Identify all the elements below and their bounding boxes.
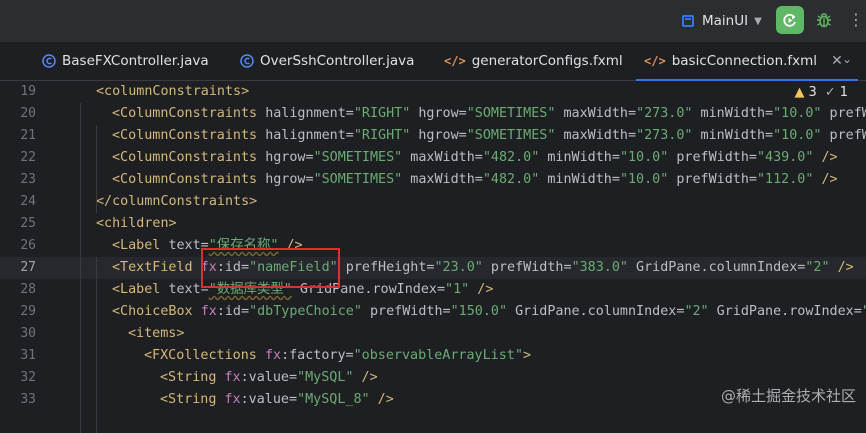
code-text: <ColumnConstraints hgrow="SOMETIMES" max… (112, 172, 838, 187)
tab-basicconnection[interactable]: </> basicConnection.fxml ✕ (636, 42, 858, 81)
indent-guide (80, 103, 81, 433)
code-line[interactable]: 21 <ColumnConstraints halignment="RIGHT" … (0, 125, 866, 147)
code-line[interactable]: 24 </columnConstraints> (0, 191, 866, 213)
line-number: 32 (20, 370, 36, 385)
line-number: 30 (20, 326, 36, 341)
line-number: 19 (20, 84, 36, 99)
code-text: <items> (128, 326, 185, 341)
code-text: <FXCollections fx:factory="observableArr… (144, 348, 531, 363)
code-line[interactable]: 20 <ColumnConstraints halignment="RIGHT" … (0, 103, 866, 125)
code-line[interactable]: 23 <ColumnConstraints hgrow="SOMETIMES" m… (0, 169, 866, 191)
watermark: @稀土掘金技术社区 (720, 387, 856, 405)
xml-file-icon: </> (444, 54, 466, 68)
java-class-icon (42, 54, 56, 68)
inspection-widget[interactable]: ▲ 3 ✓ 1 (795, 85, 848, 100)
code-text: <columnConstraints> (96, 84, 250, 99)
code-text: <ChoiceBox fx:id="dbTypeChoice" prefWidt… (112, 304, 866, 319)
weak-warning-count: 1 (839, 85, 848, 100)
code-line[interactable]: 27 <TextField fx:id="nameField" prefHeigh… (0, 257, 866, 279)
line-number: 24 (20, 194, 36, 209)
line-number: 27 (20, 260, 36, 275)
check-icon: ✓ (824, 85, 836, 100)
code-text: <String fx:value="MySQL" /> (160, 370, 378, 385)
bug-icon (817, 13, 831, 28)
tab-label: generatorConfigs.fxml (471, 53, 623, 69)
line-number: 28 (20, 282, 36, 297)
line-number: 23 (20, 172, 36, 187)
line-number: 31 (20, 348, 36, 363)
code-text: <ColumnConstraints halignment="RIGHT" hg… (112, 106, 866, 121)
code-text: <children> (96, 216, 177, 231)
code-line[interactable]: 26 <Label text="保存名称" /> (0, 235, 866, 257)
code-text: <String fx:value="MySQL_8" /> (160, 392, 394, 407)
code-line[interactable]: 22 <ColumnConstraints hgrow="SOMETIMES" m… (0, 147, 866, 169)
run-button[interactable] (776, 6, 804, 34)
tab-label: BaseFXController.java (62, 53, 209, 69)
code-line[interactable]: 25 <children> (0, 213, 866, 235)
code-line[interactable]: 30 <items> (0, 323, 866, 345)
xml-file-icon: </> (644, 54, 666, 68)
code-editor[interactable]: ▲ 3 ✓ 1 19 <columnConstraints> 20 <ColumnCo… (0, 81, 866, 433)
run-config-selector[interactable]: MainUI ▼ (682, 10, 762, 32)
tab-label: basicConnection.fxml (671, 53, 818, 69)
line-number: 29 (20, 304, 36, 319)
highlight-box (201, 248, 340, 288)
code-line[interactable]: 29 <ChoiceBox fx:id="dbTypeChoice" prefWi… (0, 301, 866, 323)
tab-generatorconfigs[interactable]: </> generatorConfigs.fxml (444, 42, 623, 80)
code-text: <ColumnConstraints hgrow="SOMETIMES" max… (112, 150, 838, 165)
indent-guide (96, 125, 97, 213)
line-number: 21 (20, 128, 36, 143)
java-class-icon (240, 54, 254, 68)
application-config-icon (682, 15, 694, 27)
chevron-down-icon: ▼ (754, 15, 762, 27)
rerun-icon (783, 13, 796, 27)
tab-basefxcontroller[interactable]: BaseFXController.java (42, 42, 209, 80)
code-text: <ColumnConstraints halignment="RIGHT" hg… (112, 128, 866, 143)
more-icon[interactable]: ⋮ (848, 10, 864, 30)
warning-count: 3 (808, 85, 817, 100)
tab-overflow-chevron[interactable]: ⌄ (842, 52, 852, 66)
tab-oversshcontroller[interactable]: OverSshController.java (240, 42, 414, 80)
line-number: 22 (20, 150, 36, 165)
warning-icon: ▲ (794, 85, 805, 100)
code-text: </columnConstraints> (96, 194, 258, 209)
run-config-label: MainUI (702, 13, 749, 29)
line-number: 26 (20, 238, 36, 253)
line-number: 25 (20, 216, 36, 231)
code-line[interactable]: 19 <columnConstraints> (0, 81, 866, 103)
line-number: 20 (20, 106, 36, 121)
indent-guide (96, 257, 97, 433)
editor-tab-bar: BaseFXController.java OverSshController.… (0, 42, 866, 81)
line-number: 33 (20, 392, 36, 407)
tab-label: OverSshController.java (260, 53, 415, 69)
title-bar: MainUI ▼ ⋮ (0, 0, 866, 42)
code-line[interactable]: 31 <FXCollections fx:factory="observableA… (0, 345, 866, 367)
code-line[interactable]: 28 <Label text="数据库类型" GridPane.rowIndex=… (0, 279, 866, 301)
debug-button[interactable] (812, 8, 836, 32)
